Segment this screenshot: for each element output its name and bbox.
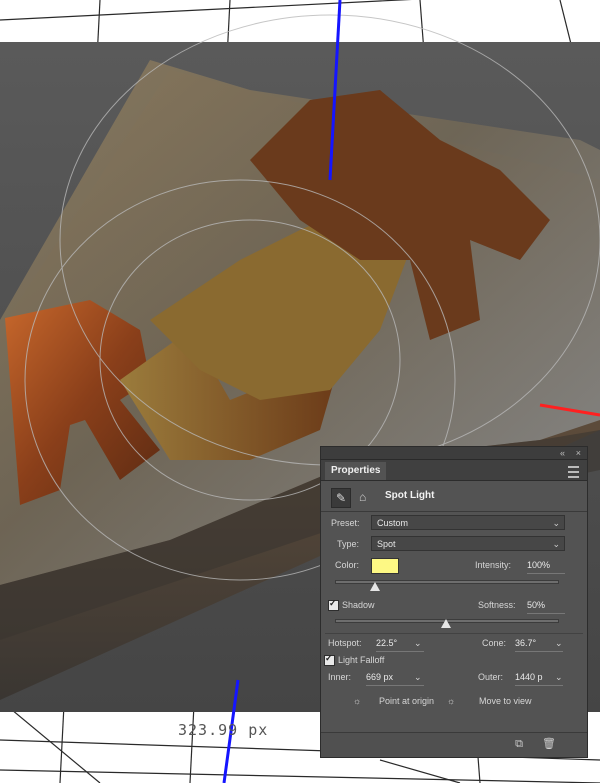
move-to-view-button[interactable]: Move to view [479,693,532,709]
point-origin-icon: ☼ [353,696,362,706]
preset-label: Preset: [331,518,360,528]
falloff-distance-row: Inner: 669 px ⌄ Outer: 1440 p ⌄ [321,669,587,689]
render-icon[interactable]: ⧉ [513,738,525,750]
color-swatch[interactable] [371,558,399,574]
section-divider [325,633,583,634]
panel-top-strip: « × [321,447,587,460]
spot-light-icon[interactable]: ✎ [331,488,351,508]
trash-icon[interactable]: 🗑 [542,738,556,750]
chevron-down-icon[interactable]: ⌄ [414,635,422,651]
color-row: Color: Intensity: 100% [321,557,587,577]
mesh-icon[interactable]: ⌂ [359,488,373,506]
inner-label: Inner: [328,672,352,682]
chevron-down-icon[interactable]: ⌄ [555,635,563,651]
chevron-down-icon[interactable]: ⌄ [414,669,422,685]
type-select[interactable]: Spot ⌄ [371,536,565,551]
shadow-row: Shadow Softness: 50% [321,597,587,617]
softness-slider-handle[interactable] [441,619,451,628]
preset-select[interactable]: Custom ⌄ [371,515,565,530]
chevron-down-icon: ⌄ [552,539,560,549]
preset-row: Preset: Custom ⌄ [321,515,587,535]
panel-menu-icon[interactable] [568,466,579,478]
shadow-label: Shadow [342,600,375,610]
light-falloff-label: Light Falloff [338,655,385,665]
chevron-down-icon[interactable]: ⌄ [555,669,563,685]
type-row: Type: Spot ⌄ [321,536,587,556]
panel-tab-bar: Properties [321,460,587,481]
preset-value: Custom [377,518,409,528]
chevron-down-icon: ⌄ [552,518,560,528]
collapse-icon[interactable]: « [560,447,565,459]
type-label: Type: [337,539,360,549]
intensity-slider[interactable] [335,580,559,584]
intensity-slider-handle[interactable] [369,582,380,591]
properties-panel: « × Properties ✎ ⌂ Spot Light Preset: Cu… [320,446,588,758]
light-actions-row: ☼ Point at origin ☼ Move to view [321,693,587,713]
distance-readout: 323.99 px [178,721,269,739]
move-view-icon: ☼ [447,696,456,706]
panel-bottom-bar: ⧉ 🗑 [321,732,587,757]
tab-properties[interactable]: Properties [325,462,387,480]
close-icon[interactable]: × [576,447,581,459]
light-type-title: Spot Light [385,490,435,501]
light-header: ✎ ⌂ Spot Light [321,481,587,512]
cone-label: Cone: [482,638,507,648]
shadow-checkbox[interactable] [328,598,339,611]
type-value: Spot [377,539,396,549]
point-at-origin-button[interactable]: Point at origin [379,693,434,709]
hotspot-label: Hotspot: [328,638,362,648]
color-label: Color: [335,560,360,570]
softness-label: Softness: [478,600,516,610]
intensity-label: Intensity: [475,560,512,570]
intensity-value[interactable]: 100% [527,557,565,574]
outer-label: Outer: [478,672,504,682]
softness-value[interactable]: 50% [527,597,565,614]
light-falloff-checkbox[interactable] [324,653,335,666]
